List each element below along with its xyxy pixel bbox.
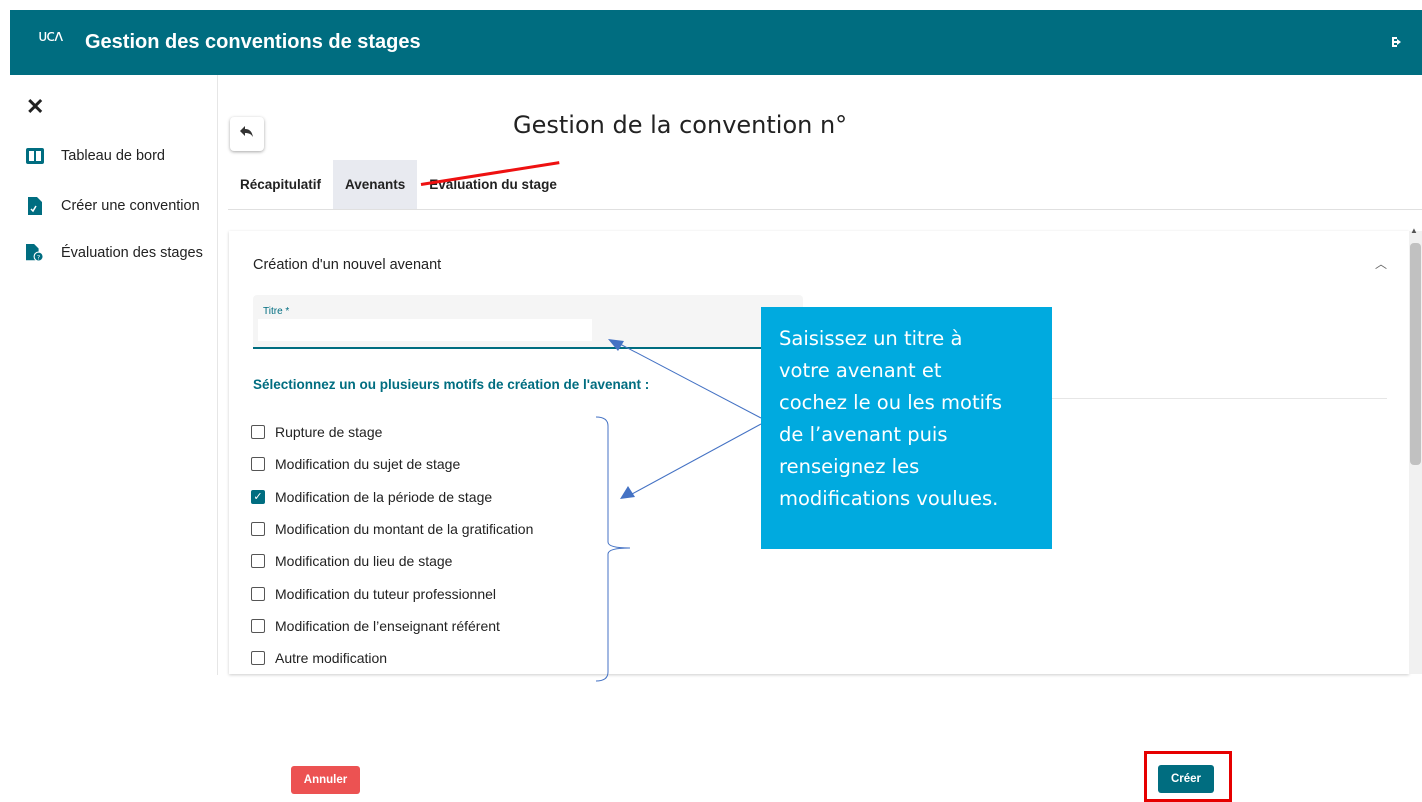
logout-icon[interactable]: [1390, 35, 1404, 52]
evaluation-icon: ?: [26, 244, 44, 262]
title-field[interactable]: Titre *: [253, 295, 803, 349]
motifs-list: Rupture de stage Modification du sujet d…: [251, 416, 533, 674]
callout-line: de l’avenant puis: [779, 423, 948, 446]
motifs-heading: Sélectionnez un ou plusieurs motifs de c…: [253, 377, 650, 392]
motif-option[interactable]: Modification du montant de la gratificat…: [251, 513, 533, 545]
checkbox[interactable]: [251, 554, 265, 569]
motif-label: Rupture de stage: [275, 424, 383, 441]
title-field-label: Titre *: [263, 306, 290, 317]
motif-option[interactable]: Modification du sujet de stage: [251, 448, 533, 480]
sidebar-item-dashboard[interactable]: Tableau de bord: [26, 147, 165, 165]
motif-option[interactable]: Modification du lieu de stage: [251, 545, 533, 577]
motif-option[interactable]: Autre modification: [251, 642, 533, 674]
callout-line: cochez le ou les motifs: [779, 391, 1003, 414]
cancel-button[interactable]: Annuler: [291, 766, 360, 794]
motif-label: Modification du lieu de stage: [275, 553, 453, 570]
callout-line: modifications voulues.: [779, 487, 999, 510]
back-button[interactable]: [230, 117, 264, 151]
callout-line: votre avenant et: [779, 359, 942, 382]
dashboard-icon: [26, 147, 44, 165]
motif-option[interactable]: Rupture de stage: [251, 416, 533, 448]
checkbox[interactable]: [251, 522, 265, 537]
tab-recapitulatif[interactable]: Récapitulatif: [228, 160, 333, 209]
scroll-up-icon[interactable]: ▲: [1410, 226, 1418, 235]
create-button[interactable]: Créer: [1158, 765, 1214, 793]
checkbox[interactable]: [251, 651, 265, 666]
sidebar-item-label: Tableau de bord: [61, 148, 165, 164]
callout-line: Saisissez un titre à: [779, 327, 963, 350]
sidebar-item-label: Créer une convention: [61, 198, 200, 214]
close-icon[interactable]: ✕: [26, 94, 44, 120]
sidebar-item-evaluation[interactable]: ? Évaluation des stages: [26, 244, 203, 262]
tab-evaluation[interactable]: Evaluation du stage: [417, 160, 569, 209]
motif-option[interactable]: Modification de l’enseignant référent: [251, 610, 533, 642]
callout-line: renseignez les: [779, 455, 920, 478]
motif-label: Modification de l’enseignant référent: [275, 617, 500, 634]
motif-option[interactable]: Modification du tuteur professionnel: [251, 577, 533, 609]
app-logo: ᴜᴄᴧ: [38, 26, 63, 45]
motif-label: Autre modification: [275, 650, 388, 667]
title-input[interactable]: [258, 319, 592, 341]
page-title: Gestion de la convention n°: [513, 111, 848, 139]
checkbox[interactable]: [251, 586, 265, 601]
checkbox[interactable]: [251, 618, 265, 633]
scrollbar-thumb[interactable]: [1410, 243, 1421, 465]
motif-label: Modification du tuteur professionnel: [275, 585, 497, 602]
tab-avenants[interactable]: Avenants: [333, 160, 418, 209]
checkbox-checked[interactable]: ✓: [251, 489, 265, 504]
app-title: Gestion des conventions de stages: [85, 31, 421, 53]
sidebar-item-label: Évaluation des stages: [61, 245, 203, 261]
chevron-up-icon[interactable]: ︿: [1375, 255, 1387, 272]
motif-label: Modification du sujet de stage: [275, 456, 461, 473]
svg-text:?: ?: [37, 254, 40, 261]
sidebar-item-create-convention[interactable]: Créer une convention: [26, 197, 200, 215]
motif-option[interactable]: ✓ Modification de la période de stage: [251, 481, 533, 513]
app-header: ᴜᴄᴧ Gestion des conventions de stages: [10, 10, 1422, 75]
tabs-divider: [228, 209, 1422, 210]
motif-label: Modification de la période de stage: [275, 488, 493, 505]
sidebar-divider: [217, 75, 218, 675]
document-icon: [26, 197, 44, 215]
checkbox[interactable]: [251, 425, 265, 440]
help-callout: Saisissez un titre à votre avenant et co…: [761, 307, 1052, 549]
panel-title: Création d'un nouvel avenant: [253, 257, 442, 273]
checkbox[interactable]: [251, 457, 265, 472]
undo-arrow-icon: [240, 125, 254, 143]
motif-label: Modification du montant de la gratificat…: [275, 521, 534, 538]
